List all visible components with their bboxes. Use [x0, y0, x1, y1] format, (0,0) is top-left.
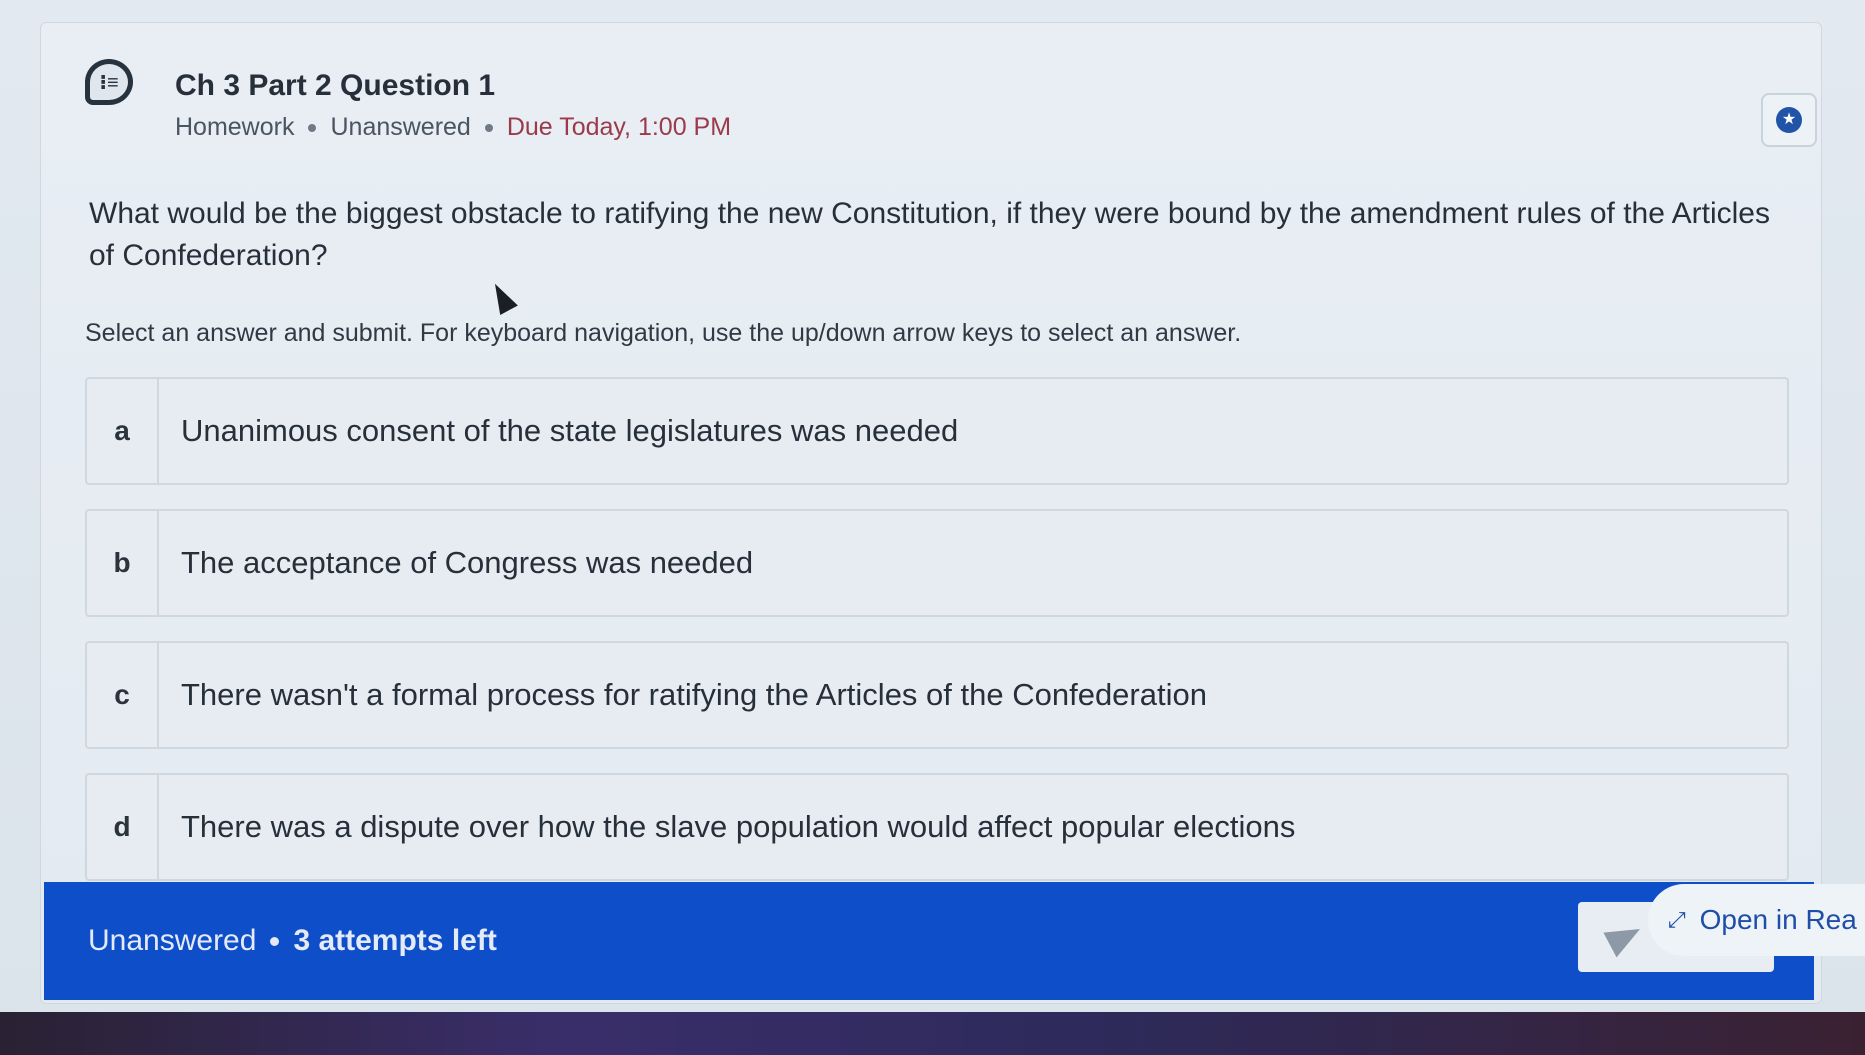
monitor-bezel [0, 1012, 1865, 1055]
answer-option-d[interactable]: d There was a dispute over how the slave… [85, 773, 1789, 881]
option-text: There was a dispute over how the slave p… [181, 809, 1296, 844]
question-meta: Homework Unanswered Due Today, 1:00 PM [175, 113, 731, 142]
answer-options: a Unanimous consent of the state legisla… [85, 377, 1789, 905]
answer-status: Unanswered [330, 113, 471, 141]
screen: ⁝≡ Ch 3 Part 2 Question 1 Homework Unans… [0, 0, 1865, 1055]
assignment-type: Homework [175, 113, 295, 141]
separator-dot [308, 123, 317, 132]
option-letter: c [87, 643, 159, 747]
question-text: What would be the biggest obstacle to ra… [89, 197, 1770, 272]
attempts-left: 3 attempts left [293, 924, 497, 957]
instructions: Select an answer and submit. For keyboar… [85, 319, 1242, 347]
question-card: ⁝≡ Ch 3 Part 2 Question 1 Homework Unans… [40, 22, 1822, 1004]
bookmark-button[interactable]: ★ [1761, 93, 1817, 147]
footer-status: Unanswered 3 attempts left [88, 924, 497, 958]
option-text: There wasn't a formal process for ratify… [181, 677, 1207, 712]
option-letter: b [87, 511, 159, 615]
answer-option-c[interactable]: c There wasn't a formal process for rati… [85, 641, 1789, 749]
option-text: The acceptance of Congress was needed [181, 545, 754, 580]
open-in-reader-button[interactable]: ⤢ Open in Rea [1648, 884, 1865, 956]
due-date: Due Today, 1:00 PM [506, 113, 732, 141]
answer-option-b[interactable]: b The acceptance of Congress was needed [85, 509, 1789, 617]
open-in-reader-label: Open in Rea [1699, 904, 1857, 935]
option-letter: d [87, 775, 159, 879]
footer-answer-status: Unanswered [88, 924, 257, 957]
separator-dot [270, 936, 280, 946]
separator-dot [484, 123, 493, 132]
send-icon [1603, 916, 1647, 958]
discussion-list-icon: ⁝≡ [85, 59, 133, 105]
page-title: Ch 3 Part 2 Question 1 [175, 69, 496, 102]
option-letter: a [87, 379, 159, 483]
answer-option-a[interactable]: a Unanimous consent of the state legisla… [85, 377, 1789, 485]
star-icon: ★ [1776, 107, 1802, 133]
submission-footer: Unanswered 3 attempts left [44, 882, 1814, 1000]
expand-icon: ⤢ [1668, 907, 1686, 932]
option-text: Unanimous consent of the state legislatu… [181, 413, 959, 448]
